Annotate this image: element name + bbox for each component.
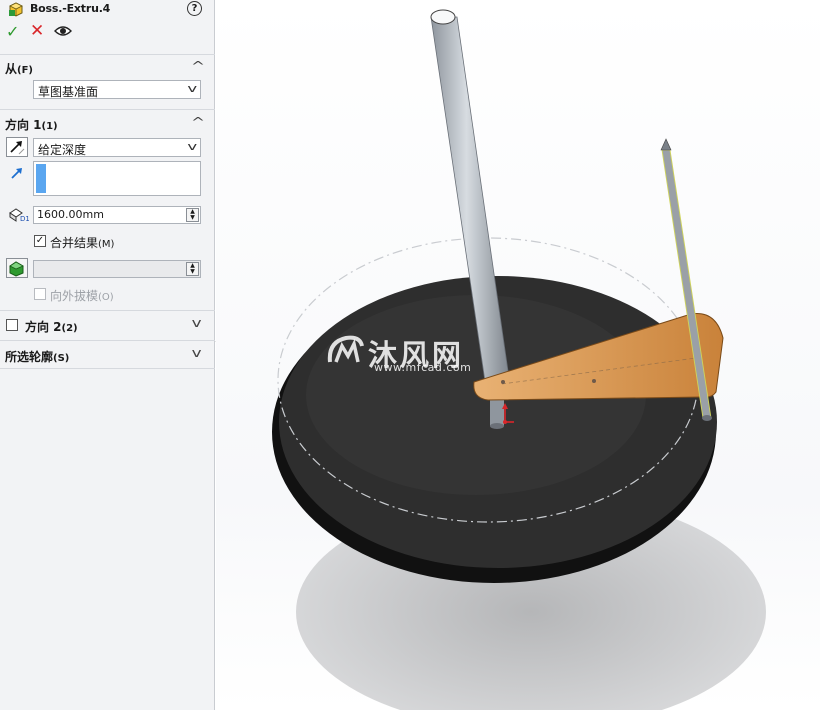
reverse-direction-button[interactable] [6,137,28,157]
direction1-section-title: 方向 1(1) [5,118,58,132]
spin-buttons[interactable]: ▲ ▼ [186,262,199,276]
start-condition-select[interactable]: 草图基准面 v [33,80,201,99]
feature-title: Boss.-Extru.4 [30,2,111,15]
divider [0,310,215,311]
chevron-down-icon: v [187,82,198,95]
draft-outward-label: 向外拔模(O) [50,289,114,303]
draft-outward-checkbox[interactable] [34,288,46,300]
watermark-logo-icon [327,335,364,363]
divider [0,368,215,369]
chevron-up-icon[interactable]: ^ [191,59,205,73]
from-section-title: 从(F) [5,62,33,76]
merge-result-checkbox[interactable]: ✓ [34,235,46,247]
direction2-section-header[interactable]: 方向 2(2) v [0,316,215,334]
action-bar: ✓ ✕ [0,21,215,44]
help-icon[interactable]: ? [187,1,202,16]
spin-buttons[interactable]: ▲ ▼ [186,208,199,222]
direction-reference-listbox[interactable] [33,161,201,196]
draft-toggle-button[interactable] [6,258,28,278]
depth-value: 1600.00mm [37,208,104,221]
end-condition-value: 给定深度 [38,143,87,157]
graphics-viewport[interactable]: 沐风网 www.mfcad.com [216,0,820,710]
divider [0,109,215,110]
cancel-x-icon[interactable]: ✕ [30,21,44,41]
chevron-down-icon[interactable]: v [192,346,202,360]
chevron-up-icon[interactable]: ^ [191,115,205,129]
preview-eye-icon[interactable] [54,25,72,37]
depth-input[interactable]: 1600.00mm ▲ ▼ [33,206,201,224]
rod-tip [660,138,672,151]
ok-check-icon[interactable]: ✓ [6,22,19,41]
start-condition-value: 草图基准面 [38,85,99,99]
pole-lower-stub [490,396,504,426]
main-pole-top [430,9,456,25]
end-condition-select[interactable]: 给定深度 v [33,138,201,157]
draft-angle-input[interactable]: ▲ ▼ [33,260,201,278]
selected-contours-section-header[interactable]: 所选轮廓(S) v [0,346,215,364]
property-manager-panel: Boss.-Extru.4 ? ✓ ✕ 从(F) ^ 草图基准面 v 方向 1(… [0,0,215,710]
reverse-direction-icon [10,141,25,155]
selected-contours-title: 所选轮廓(S) [5,350,70,364]
direction-vector-icon [11,168,22,179]
chevron-down-icon[interactable]: v [192,316,202,330]
from-section-header[interactable]: 从(F) ^ [0,58,215,76]
svg-text:D1: D1 [20,215,29,223]
direction2-checkbox[interactable] [6,319,18,331]
model-3d-view[interactable] [216,0,820,710]
selection-highlight [36,164,46,193]
watermark: 沐风网 www.mfcad.com [326,332,496,376]
draft-icon [9,261,24,277]
extrude-boss-icon [9,2,23,17]
depth-dimension-icon: D1 [9,208,29,223]
merge-result-label: 合并结果(M) [50,236,115,250]
direction1-section-header[interactable]: 方向 1(1) ^ [0,114,215,132]
direction2-section-title: 方向 2(2) [25,320,78,334]
feature-titlebar: Boss.-Extru.4 ? [0,0,215,20]
divider [0,54,215,55]
watermark-url-text: www.mfcad.com [374,361,472,374]
divider [0,340,215,341]
chevron-down-icon: v [187,140,198,153]
